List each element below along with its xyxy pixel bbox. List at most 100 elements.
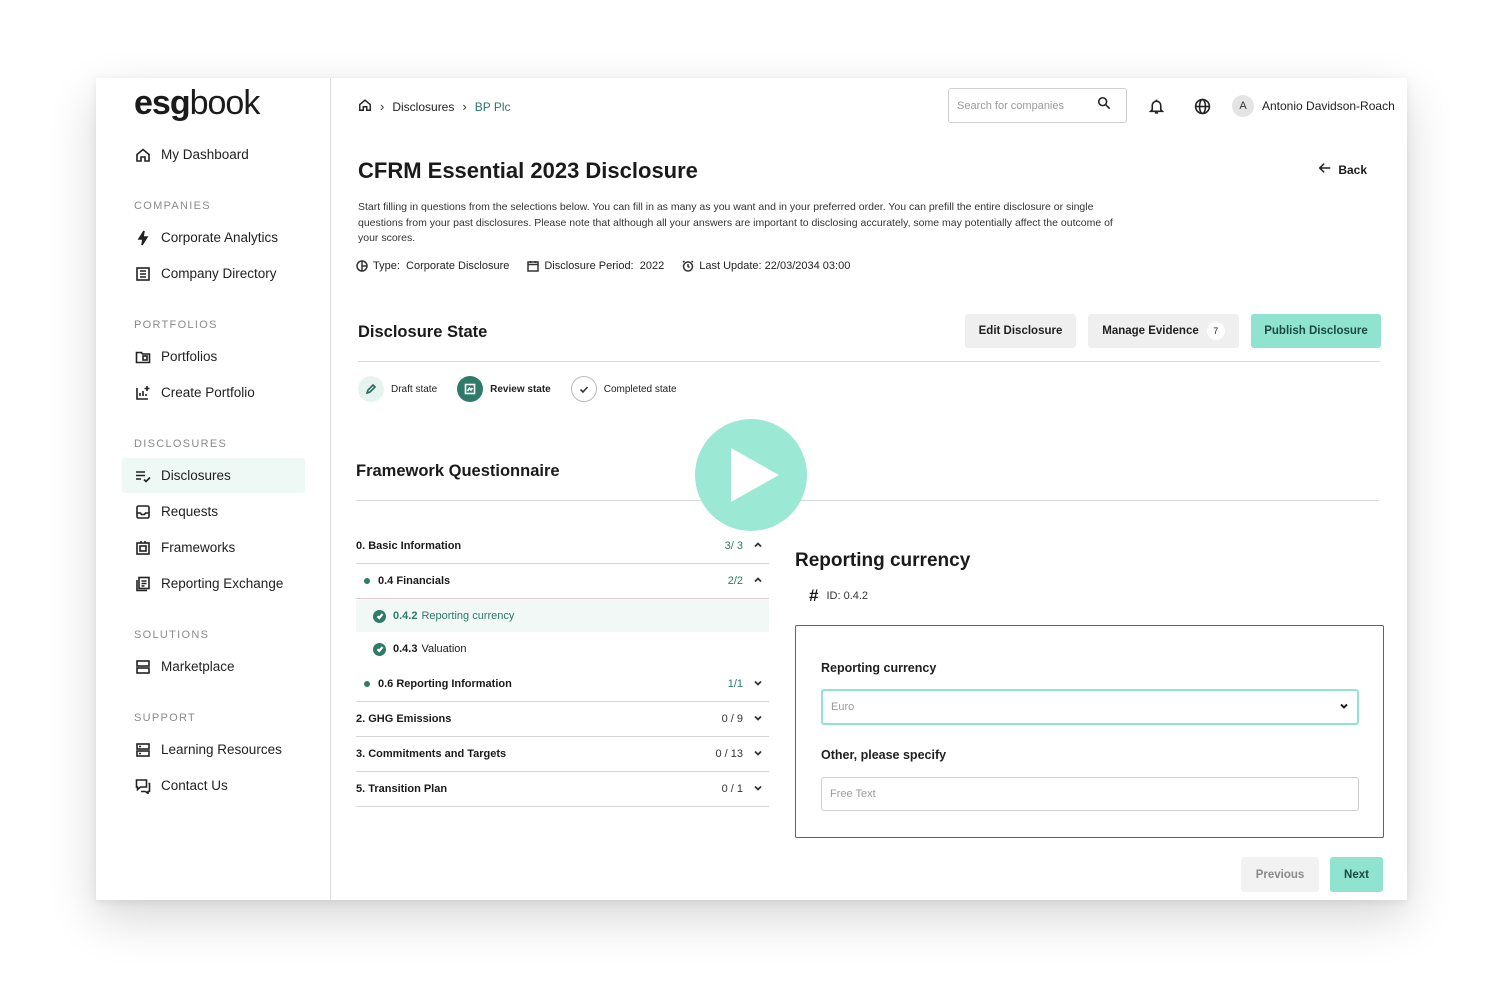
breadcrumb-company[interactable]: BP Plc xyxy=(475,100,511,114)
chevron-up-icon[interactable] xyxy=(753,575,765,587)
search-box[interactable] xyxy=(948,88,1127,123)
chat-icon xyxy=(134,777,152,795)
meta-period: Disclosure Period: 2022 xyxy=(527,260,664,272)
folder-icon xyxy=(134,348,152,366)
hash-icon: # xyxy=(809,586,819,605)
chevron-down-icon[interactable] xyxy=(753,748,765,760)
meta-last-update: Last Update: 22/03/2034 03:00 xyxy=(682,260,850,272)
home-icon[interactable] xyxy=(358,98,372,115)
other-specify-input[interactable] xyxy=(821,777,1359,811)
chevron-down-icon[interactable] xyxy=(753,783,765,795)
document-stack-icon xyxy=(134,575,152,593)
section-solutions: SOLUTIONS xyxy=(134,629,210,641)
play-icon xyxy=(731,448,779,502)
marketplace-icon xyxy=(134,658,152,676)
sidebar-item-create-portfolio[interactable]: Create Portfolio xyxy=(122,375,305,410)
alarm-clock-icon xyxy=(682,260,694,272)
bullet-dot xyxy=(364,681,370,687)
sidebar-item-reporting-exchange[interactable]: Reporting Exchange xyxy=(122,566,305,601)
avatar[interactable]: A xyxy=(1232,95,1254,117)
state-completed[interactable]: Completed state xyxy=(570,376,677,402)
bell-icon[interactable] xyxy=(1146,96,1166,116)
chevron-down-icon[interactable] xyxy=(753,678,765,690)
chevron-up-icon[interactable] xyxy=(753,540,765,552)
app-window: esgbook My Dashboard COMPANIES Corporate… xyxy=(96,78,1407,900)
inbox-icon xyxy=(134,503,152,521)
sidebar-item-portfolios[interactable]: Portfolios xyxy=(122,339,305,374)
chevron-right-icon: › xyxy=(462,99,467,114)
chevron-down-icon xyxy=(1339,701,1349,714)
tree-question-valuation[interactable]: 0.4.3 Valuation xyxy=(356,633,769,665)
home-icon xyxy=(134,146,152,164)
section-companies: COMPANIES xyxy=(134,200,211,212)
pie-icon xyxy=(356,260,368,272)
user-name[interactable]: Antonio Davidson-Roach xyxy=(1262,99,1395,113)
search-input[interactable] xyxy=(957,99,1097,112)
calendar-icon xyxy=(527,261,540,272)
sidebar-item-frameworks[interactable]: Frameworks xyxy=(122,530,305,565)
question-panel: Reporting currency Euro Other, please sp… xyxy=(795,625,1384,838)
edit-disclosure-button[interactable]: Edit Disclosure xyxy=(965,314,1076,348)
globe-icon[interactable] xyxy=(1192,96,1212,116)
create-chart-icon xyxy=(134,384,152,402)
divider xyxy=(358,361,1380,362)
tree-section-commitments-targets[interactable]: 3. Commitments and Targets 0 / 13 xyxy=(356,737,769,772)
meta-type: Type: Corporate Disclosure xyxy=(356,260,509,272)
list-check-icon xyxy=(134,467,152,485)
check-circle-icon xyxy=(373,642,386,656)
other-specify-label: Other, please specify xyxy=(821,748,947,762)
back-button[interactable]: Back xyxy=(1318,161,1367,178)
disclosure-state-heading: Disclosure State xyxy=(358,323,488,341)
section-portfolios: PORTFOLIOS xyxy=(134,319,218,331)
tree-section-basic-information[interactable]: 0. Basic Information 3/ 3 xyxy=(356,529,769,564)
video-play-button[interactable] xyxy=(695,419,807,531)
sidebar: esgbook My Dashboard COMPANIES Corporate… xyxy=(96,78,331,900)
sidebar-item-disclosures[interactable]: Disclosures xyxy=(122,458,305,493)
sidebar-item-marketplace[interactable]: Marketplace xyxy=(122,649,305,684)
breadcrumb-disclosures[interactable]: Disclosures xyxy=(392,100,454,114)
previous-button[interactable]: Previous xyxy=(1241,857,1319,892)
intro-text: Start filling in questions from the sele… xyxy=(358,201,1113,244)
chevron-right-icon: › xyxy=(380,99,385,114)
esgbook-logo[interactable]: esgbook xyxy=(134,84,260,123)
tree-subsection-reporting-information[interactable]: 0.6 Reporting Information 1/1 xyxy=(356,667,769,702)
publish-disclosure-button[interactable]: Publish Disclosure xyxy=(1251,314,1381,348)
search-icon[interactable] xyxy=(1097,96,1111,115)
sidebar-item-contact-us[interactable]: Contact Us xyxy=(122,768,305,803)
top-bar: › Disclosures › BP Plc A Antonio Davidso… xyxy=(332,78,1407,134)
reporting-currency-select[interactable]: Euro xyxy=(821,689,1359,725)
review-icon xyxy=(457,376,484,402)
state-stepper: Draft state Review state Completed state xyxy=(358,376,697,402)
tree-question-reporting-currency[interactable]: 0.4.2 Reporting currency xyxy=(356,600,769,632)
next-button[interactable]: Next xyxy=(1330,857,1383,892)
tree-subsection-financials[interactable]: 0.4 Financials 2/2 xyxy=(356,564,769,599)
questionnaire-heading: Framework Questionnaire xyxy=(356,462,560,480)
sidebar-item-learning-resources[interactable]: Learning Resources xyxy=(122,732,305,767)
learning-icon xyxy=(134,741,152,759)
state-review[interactable]: Review state xyxy=(457,376,551,402)
arrow-left-icon xyxy=(1318,161,1332,178)
page-title: CFRM Essential 2023 Disclosure xyxy=(358,158,698,183)
sidebar-item-dashboard[interactable]: My Dashboard xyxy=(122,137,305,172)
check-circle-icon xyxy=(373,609,386,623)
disclosure-meta: Type: Corporate Disclosure Disclosure Pe… xyxy=(356,260,868,272)
main-content: CFRM Essential 2023 Disclosure Back Star… xyxy=(332,134,1407,900)
question-title: Reporting currency xyxy=(795,550,971,571)
frameworks-icon xyxy=(134,539,152,557)
bullet-dot xyxy=(364,578,370,584)
tree-section-transition-plan[interactable]: 5. Transition Plan 0 / 1 xyxy=(356,772,769,807)
divider xyxy=(356,500,1379,501)
section-support: SUPPORT xyxy=(134,712,197,724)
section-disclosures: DISCLOSURES xyxy=(134,438,228,450)
state-draft[interactable]: Draft state xyxy=(358,376,437,402)
pencil-icon xyxy=(358,376,384,402)
question-id: # ID: 0.4.2 xyxy=(809,586,869,605)
sidebar-item-corporate-analytics[interactable]: Corporate Analytics xyxy=(122,220,305,255)
manage-evidence-button[interactable]: Manage Evidence 7 xyxy=(1088,314,1239,348)
chevron-down-icon[interactable] xyxy=(753,713,765,725)
sidebar-item-requests[interactable]: Requests xyxy=(122,494,305,529)
tree-section-ghg-emissions[interactable]: 2. GHG Emissions 0 / 9 xyxy=(356,702,769,737)
check-icon xyxy=(570,376,597,402)
sidebar-item-company-directory[interactable]: Company Directory xyxy=(122,256,305,291)
evidence-count-badge: 7 xyxy=(1206,322,1225,340)
